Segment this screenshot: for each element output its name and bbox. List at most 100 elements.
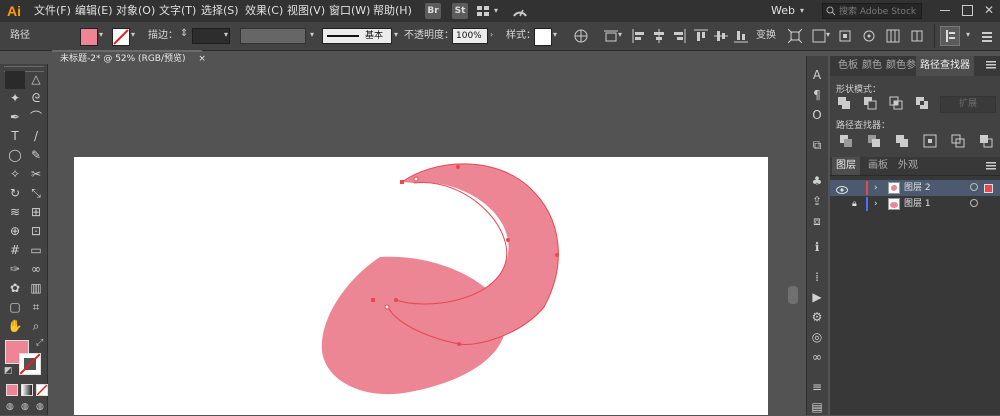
chevron-down-icon[interactable]: ▾	[618, 30, 622, 39]
chevron-down-icon[interactable]: ▾	[966, 30, 970, 39]
intersect-icon[interactable]	[888, 95, 904, 111]
tab-layers[interactable]: 图层	[832, 157, 860, 175]
menu-edit[interactable]: 编辑(E)	[75, 0, 113, 22]
align-right-icon[interactable]	[672, 29, 686, 43]
align-icon[interactable]: ≡	[808, 378, 826, 396]
target-circle-icon[interactable]	[970, 183, 978, 191]
lock-icon[interactable]: 🔒︎	[852, 196, 857, 212]
direct-selection-tool-icon[interactable]: △	[27, 70, 45, 88]
bridge-button[interactable]: Br	[425, 3, 441, 19]
align-top-icon[interactable]	[694, 29, 708, 43]
perspective-grid-icon[interactable]	[910, 29, 924, 43]
align-center-icon[interactable]	[652, 29, 666, 43]
layer-row[interactable]: 🔒︎ › 图层 1	[830, 196, 1000, 212]
tab-artboards[interactable]: 画板	[868, 157, 888, 175]
target-circle-icon[interactable]	[970, 199, 978, 207]
hand-tool-icon[interactable]: ✋	[6, 317, 24, 335]
free-transform-tool-icon[interactable]: ⊞	[27, 203, 45, 221]
paragraph-icon[interactable]: ¶	[808, 86, 826, 104]
gradient-mode-icon[interactable]	[21, 384, 33, 396]
menu-effect[interactable]: 效果(C)	[245, 0, 283, 22]
tab-appearance[interactable]: 外观	[898, 157, 918, 175]
panel-menu-icon[interactable]	[986, 60, 996, 70]
graph-tool-icon[interactable]: ▥	[27, 279, 45, 297]
slice-tool-icon[interactable]: ⌗	[27, 298, 45, 316]
anchor-point[interactable]	[394, 298, 398, 302]
divide-icon[interactable]	[838, 133, 854, 149]
handle-point[interactable]	[413, 176, 419, 182]
color-mode-icon[interactable]	[6, 384, 18, 396]
control-menu-icon[interactable]	[980, 29, 994, 43]
symbol-sprayer-tool-icon[interactable]: ✿	[6, 279, 24, 297]
shape-builder-tool-icon[interactable]: ⊕	[6, 222, 24, 240]
variable-width-profile[interactable]	[240, 28, 306, 44]
maximize-icon[interactable]	[962, 5, 973, 16]
ellipse-tool-icon[interactable]: ◯	[6, 146, 24, 164]
trim-icon[interactable]	[866, 133, 882, 149]
line-tool-icon[interactable]: /	[27, 127, 45, 145]
chevron-down-icon[interactable]: ▾	[394, 30, 398, 39]
opacity-input[interactable]: 100%	[452, 28, 488, 44]
puppet-warp-icon[interactable]	[862, 29, 876, 43]
menu-window[interactable]: 窗口(W)	[329, 0, 370, 22]
libraries-icon[interactable]: ⧈	[808, 212, 826, 230]
stock-search-input[interactable]: 搜索 Adobe Stock	[822, 3, 922, 19]
artwork[interactable]	[74, 157, 768, 415]
chevron-down-icon[interactable]: ▾	[99, 30, 103, 39]
scale-tool-icon[interactable]: ⤡	[27, 184, 45, 202]
transform-again-icon[interactable]	[838, 29, 852, 43]
vertical-scroll-thumb[interactable]	[788, 286, 798, 304]
workspace-switcher[interactable]: Web	[771, 0, 795, 22]
anchor-point[interactable]	[456, 165, 460, 169]
crop-icon[interactable]	[922, 133, 938, 149]
tab-swatches[interactable]: 色板	[838, 56, 858, 76]
menu-object[interactable]: 对象(O)	[116, 0, 155, 22]
appearance-icon[interactable]: ⚙	[808, 308, 826, 326]
stroke-stepper-icon[interactable]: ⇕	[180, 28, 188, 39]
tab-color-guide[interactable]: 颜色参	[886, 56, 916, 76]
menu-select[interactable]: 选择(S)	[201, 0, 239, 22]
transparency-icon[interactable]: ◎	[808, 328, 826, 346]
menu-view[interactable]: 视图(V)	[287, 0, 325, 22]
stroke-color-box[interactable]	[19, 353, 41, 375]
gradient-icon[interactable]: ▤	[808, 398, 826, 416]
chevron-down-icon[interactable]: ▾	[224, 30, 228, 39]
menu-help[interactable]: 帮助(H)	[373, 0, 412, 22]
layer-row[interactable]: › 图层 2	[830, 180, 1000, 196]
minus-front-icon[interactable]	[862, 95, 878, 111]
unite-icon[interactable]	[836, 95, 852, 111]
perspective-tool-icon[interactable]: ⊡	[27, 222, 45, 240]
character-icon[interactable]: A	[808, 66, 826, 84]
layers-menu-icon[interactable]	[986, 161, 996, 171]
artboard-tool-icon[interactable]: ▢	[6, 298, 24, 316]
close-icon[interactable]: ✕	[984, 3, 994, 17]
gpu-performance-icon[interactable]	[512, 4, 528, 18]
graphic-style-swatch[interactable]	[534, 28, 552, 46]
align-left-icon[interactable]	[632, 29, 646, 43]
chevron-down-icon[interactable]: ▾	[494, 6, 498, 15]
handle-point[interactable]	[384, 304, 390, 310]
align-to-icon[interactable]	[604, 29, 618, 43]
brush-definition[interactable]: 基本	[322, 28, 392, 44]
shaper-tool-icon[interactable]: ✧	[6, 165, 24, 183]
menu-file[interactable]: 文件(F)	[34, 0, 71, 22]
tab-pathfinder[interactable]: 路径查找器	[916, 56, 974, 76]
zoom-tool-icon[interactable]: ⌕	[27, 317, 45, 335]
draw-inside-icon[interactable]: ◍	[36, 402, 44, 412]
blend-tool-icon[interactable]: ∞	[27, 260, 45, 278]
transform-icon[interactable]: ⧉	[808, 136, 826, 154]
anchor-point[interactable]	[506, 238, 510, 242]
scissors-tool-icon[interactable]: ✂	[27, 165, 45, 183]
expand-arrow-icon[interactable]: ›	[874, 196, 878, 212]
anchor-point[interactable]	[555, 253, 559, 257]
eyedropper-tool-icon[interactable]: ✑	[6, 260, 24, 278]
anchor-point[interactable]	[400, 180, 404, 184]
close-tab-icon[interactable]: ×	[198, 54, 206, 64]
chevron-down-icon[interactable]: ▾	[131, 30, 135, 39]
chevron-down-icon[interactable]: ▾	[800, 6, 804, 15]
asset-export-icon[interactable]: ⇪	[808, 192, 826, 210]
arrange-documents-icon[interactable]	[476, 4, 490, 18]
minus-back-icon[interactable]	[978, 133, 994, 149]
lasso-tool-icon[interactable]: ᘓ	[27, 89, 45, 107]
chevron-down-icon[interactable]: ▾	[826, 30, 830, 39]
